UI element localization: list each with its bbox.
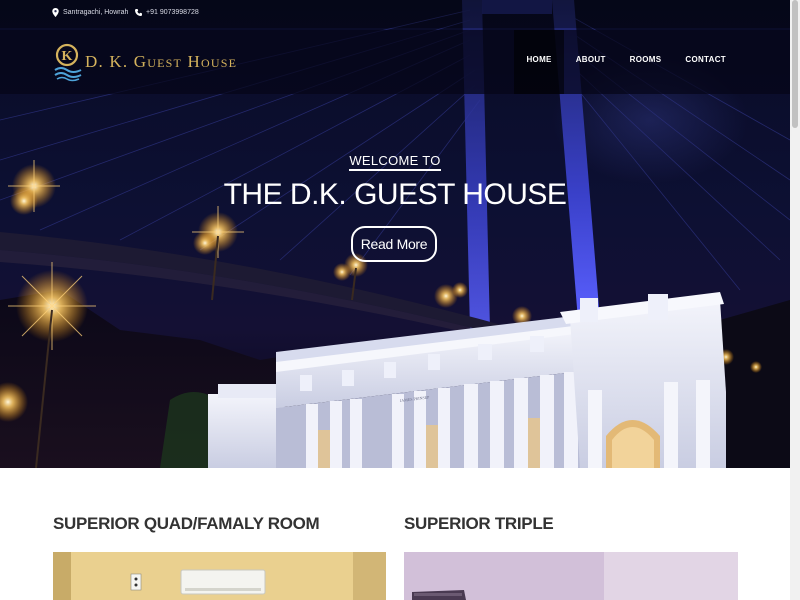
nav-contact[interactable]: CONTACT [673,30,738,94]
page-scrollbar[interactable] [790,0,800,600]
phone-text[interactable]: +91 9073998728 [146,9,199,16]
room-title-superior-triple[interactable]: SUPERIOR TRIPLE [404,514,554,534]
hero-welcome: WELCOME TO [0,153,790,171]
phone-icon [135,9,142,16]
main-navbar: K D. K. Guest House HOME ABOUT ROOMS CON… [0,30,790,94]
nav-rooms[interactable]: ROOMS [618,30,674,94]
address-text: Santragachi, Howrah [63,9,129,16]
logo-letter: K [62,49,73,64]
room-image-superior-triple[interactable] [404,552,738,600]
room-title-superior-quad[interactable]: SUPERIOR QUAD/FAMALY ROOM [53,514,320,534]
brand-name: D. K. Guest House [85,52,238,71]
room-photo-superior-triple [404,552,738,600]
nav-about[interactable]: ABOUT [564,30,618,94]
hero-banner: JAMES PRINSEP Santragachi, Howrah +91 90… [0,0,790,468]
phone-info: +91 9073998728 [135,8,199,17]
top-info-bar: Santragachi, Howrah +91 9073998728 [0,0,790,28]
hero-welcome-text: WELCOME TO [349,153,441,171]
hero-title: THE D.K. GUEST HOUSE [223,178,567,211]
guest-house-logo-icon: K [54,43,82,82]
room-photo-superior-quad [53,552,386,600]
nav-home[interactable]: HOME [514,30,564,94]
address-info: Santragachi, Howrah [52,8,128,17]
scrollbar-thumb[interactable] [792,0,798,128]
map-pin-icon [52,8,59,17]
room-image-superior-quad[interactable] [53,552,386,600]
primary-nav: HOME ABOUT ROOMS CONTACT [514,30,738,94]
brand-logo[interactable]: K D. K. Guest House [54,42,237,82]
read-more-button[interactable]: Read More [351,226,437,262]
